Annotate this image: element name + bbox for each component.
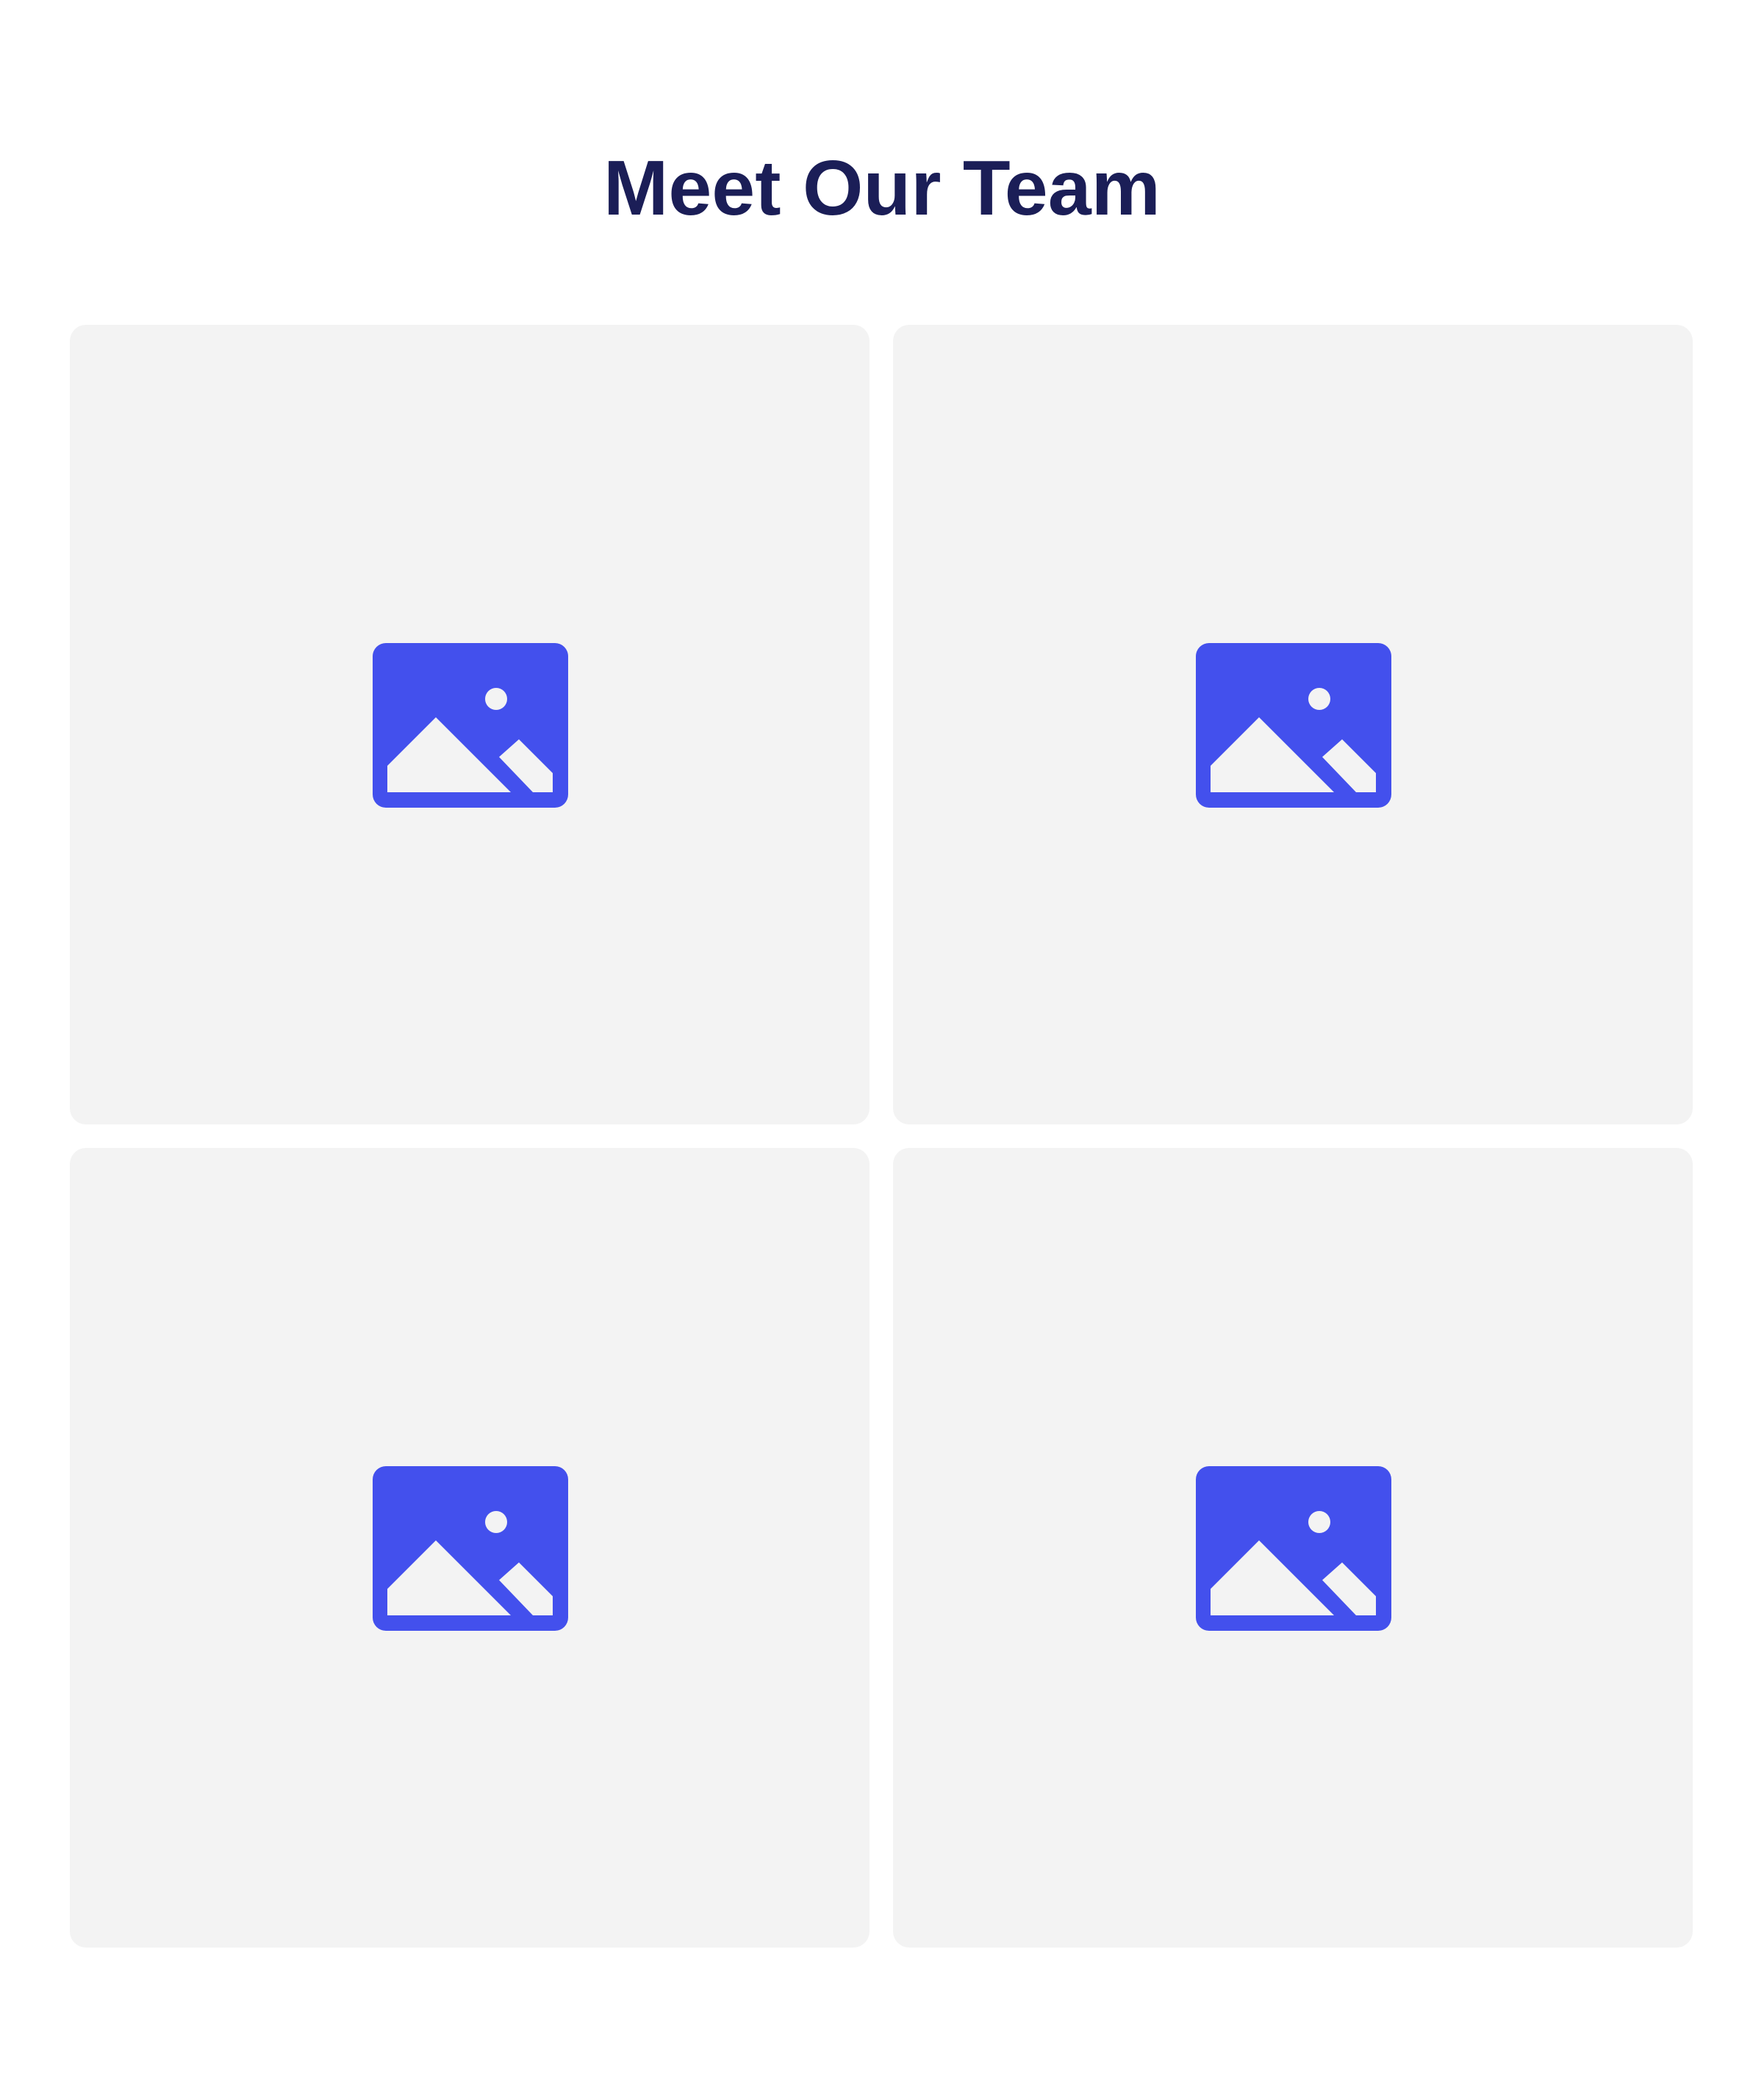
- image-placeholder-icon: [1196, 643, 1391, 808]
- team-grid: [70, 325, 1694, 1948]
- team-member-card[interactable]: [70, 325, 870, 1124]
- image-placeholder-icon: [1196, 1466, 1391, 1631]
- member-image-placeholder: [70, 1148, 870, 1948]
- image-placeholder-icon: [373, 643, 568, 808]
- team-section: Meet Our Team: [0, 0, 1764, 2096]
- team-member-card[interactable]: [893, 1148, 1693, 1948]
- member-image-placeholder: [893, 1148, 1693, 1948]
- team-member-card[interactable]: [893, 325, 1693, 1124]
- member-image-placeholder: [70, 325, 870, 1124]
- image-placeholder-icon: [373, 1466, 568, 1631]
- team-member-card[interactable]: [70, 1148, 870, 1948]
- section-title: Meet Our Team: [603, 145, 1161, 232]
- member-image-placeholder: [893, 325, 1693, 1124]
